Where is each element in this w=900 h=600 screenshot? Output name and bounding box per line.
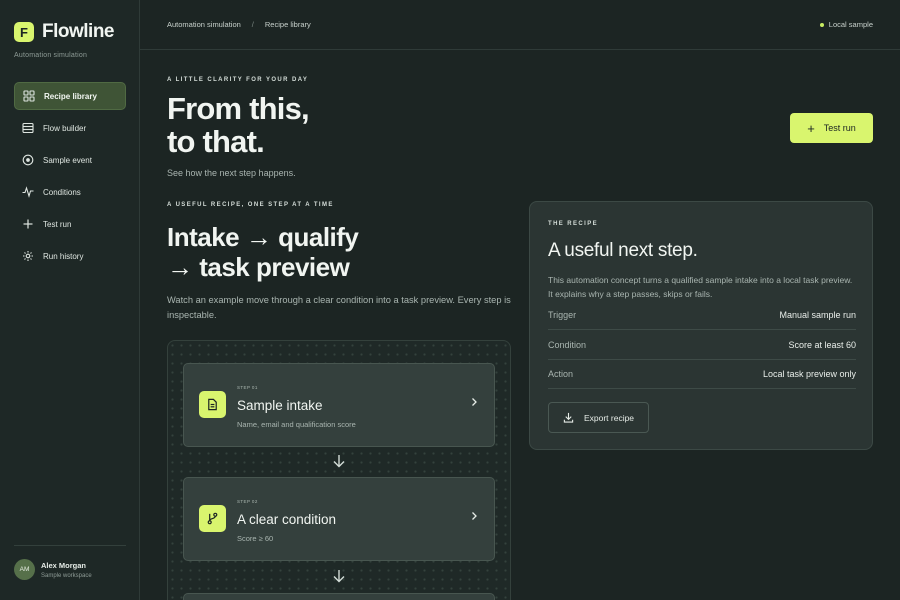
title-line: to that. (167, 124, 265, 159)
download-icon (563, 412, 574, 423)
status-dot-icon (819, 22, 824, 27)
step-number: STEP 02 (237, 499, 258, 504)
status-indicator: Local sample (819, 20, 873, 29)
breadcrumb-item: Recipe library (264, 20, 311, 29)
arrow-down-icon (333, 570, 345, 583)
step-card-condition[interactable]: STEP 02 A clear condition Score ≥ 60 (183, 477, 495, 561)
sidebar-item-label: Conditions (43, 187, 81, 197)
status-label: Local sample (828, 20, 873, 29)
recipe-row-action: Action Local task preview only (548, 359, 856, 389)
card-description: This automation concept turns a qualifie… (548, 275, 853, 299)
sidebar-item-label: Sample event (43, 155, 92, 165)
recipe-eyebrow: A USEFUL RECIPE, ONE STEP AT A TIME (167, 202, 334, 208)
sidebar-item-flow-builder[interactable]: Flow builder (14, 114, 126, 142)
button-label: Test run (823, 123, 856, 133)
breadcrumb-item[interactable]: Automation simulation (167, 20, 241, 29)
flow-canvas: STEP 01 Sample intake Name, email and qu… (167, 340, 511, 600)
recipe-row-condition: Condition Score at least 60 (548, 330, 856, 360)
plus-icon: + (807, 120, 815, 136)
brand[interactable]: F Flowline (14, 21, 115, 43)
grid-icon (23, 90, 35, 102)
arrow-down-icon (333, 455, 345, 468)
step-title: A clear condition (237, 512, 337, 527)
sidebar-item-label: Run history (43, 251, 84, 261)
hero-subtitle: See how the next step happens. (167, 168, 296, 178)
sidebar-item-conditions[interactable]: Conditions (14, 178, 126, 206)
plus-icon (22, 218, 34, 230)
breadcrumb-separator: / (251, 20, 254, 29)
user-workspace: Sample workspace (41, 572, 92, 579)
brand-name: Flowline (42, 21, 115, 42)
test-run-button[interactable]: + Test run (790, 113, 873, 143)
sidebar-nav: Recipe library Flow builder Sample event… (14, 82, 126, 274)
page-title: From this, to that. (167, 92, 467, 158)
step-number: STEP 01 (237, 385, 258, 390)
step-card-partial[interactable] (183, 593, 495, 600)
export-recipe-button[interactable]: Export recipe (548, 402, 649, 433)
brand-subtitle: Automation simulation (14, 52, 88, 59)
recipe-title: Intake → qualify → task preview (167, 222, 507, 282)
gear-icon (22, 250, 34, 262)
topbar: Automation simulation / Recipe library L… (140, 0, 900, 50)
chevron-right-icon (472, 512, 477, 520)
row-key: Action (548, 368, 574, 379)
card-title: A useful next step. (548, 240, 698, 261)
recipe-card: THE RECIPE A useful next step. This auto… (529, 201, 873, 450)
title-line: From this, (167, 91, 310, 126)
sidebar-item-label: Recipe library (44, 91, 97, 101)
sidebar-divider (14, 545, 126, 546)
sidebar-item-run-history[interactable]: Run history (14, 242, 126, 270)
sidebar-item-sample-event[interactable]: Sample event (14, 146, 126, 174)
user-name: Alex Morgan (41, 560, 87, 570)
recipe-description: Watch an example move through a clear co… (167, 295, 511, 320)
row-key: Trigger (548, 309, 577, 320)
document-icon (199, 391, 226, 418)
row-value: Local task preview only (762, 368, 856, 379)
sidebar-item-label: Test run (43, 219, 72, 229)
button-label: Export recipe (583, 412, 635, 423)
step-subtitle: Score ≥ 60 (237, 534, 274, 543)
step-title: Sample intake (237, 398, 323, 413)
breadcrumb: Automation simulation / Recipe library (167, 20, 311, 29)
chevron-right-icon (472, 398, 477, 406)
title-line: → task preview (167, 252, 350, 282)
pulse-icon (22, 186, 34, 198)
sidebar-item-recipe-library[interactable]: Recipe library (14, 82, 126, 110)
row-value: Manual sample run (779, 309, 856, 320)
avatar: AM (14, 559, 35, 580)
row-key: Condition (548, 339, 587, 350)
user-profile[interactable]: AM Alex Morgan Sample workspace (14, 559, 92, 580)
target-icon (22, 154, 34, 166)
card-eyebrow: THE RECIPE (548, 221, 599, 227)
sidebar-item-label: Flow builder (43, 123, 87, 133)
branch-icon (199, 505, 226, 532)
hero-eyebrow: A LITTLE CLARITY FOR YOUR DAY (167, 77, 309, 83)
row-value: Score at least 60 (788, 339, 856, 350)
title-line: Intake → qualify (167, 222, 359, 252)
brand-logo: F (14, 22, 34, 42)
list-icon (22, 122, 34, 134)
recipe-row-trigger: Trigger Manual sample run (548, 300, 856, 330)
sidebar-item-test-run[interactable]: Test run (14, 210, 126, 238)
step-card-intake[interactable]: STEP 01 Sample intake Name, email and qu… (183, 363, 495, 447)
sidebar: F Flowline Automation simulation Recipe … (0, 0, 140, 600)
step-subtitle: Name, email and qualification score (237, 420, 356, 429)
